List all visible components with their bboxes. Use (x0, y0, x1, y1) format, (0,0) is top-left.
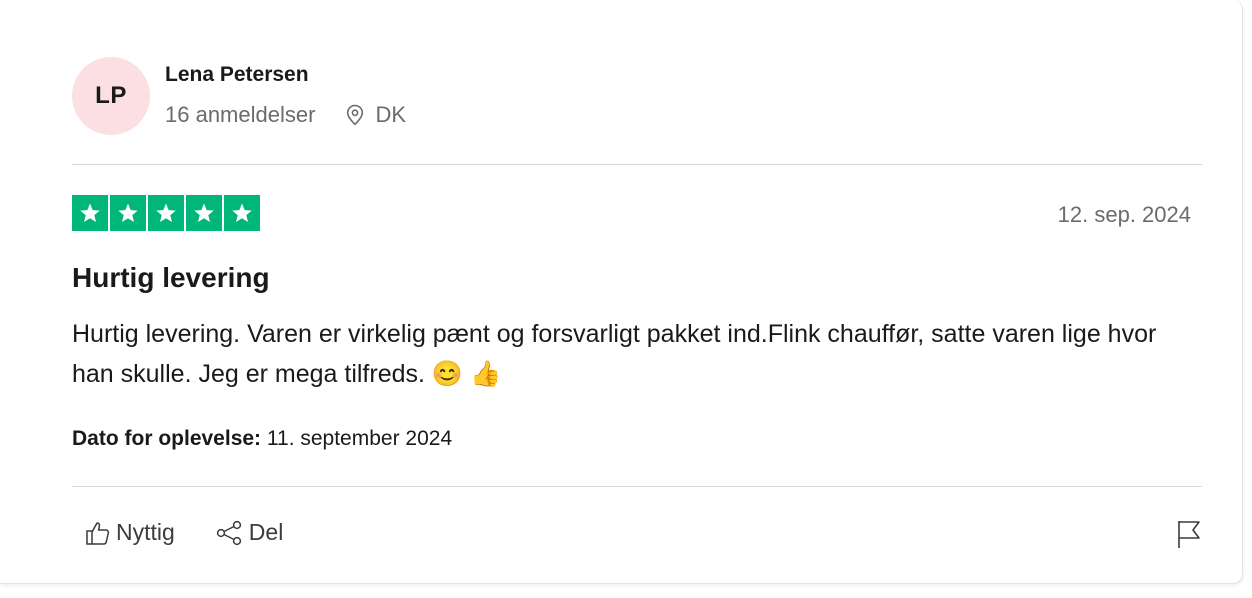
share-button[interactable]: Del (215, 519, 284, 546)
star-rating (72, 195, 260, 231)
avatar[interactable]: LP (72, 57, 150, 135)
divider-bottom (72, 486, 1202, 487)
useful-label: Nyttig (116, 519, 175, 545)
share-label: Del (248, 519, 284, 545)
flag-icon (1178, 521, 1200, 548)
review-actions: Nyttig Del (84, 519, 323, 546)
reviewer-location: DK (345, 102, 406, 128)
star-5 (224, 195, 260, 231)
divider-top (72, 164, 1202, 165)
experience-date-value: 11. september 2024 (266, 427, 453, 450)
review-card: LP Lena Petersen 16 anmeldelser DK 12. s… (0, 0, 1243, 584)
useful-button[interactable]: Nyttig (84, 519, 175, 546)
report-button[interactable] (1176, 519, 1202, 554)
star-2 (110, 195, 146, 231)
country-code: DK (375, 102, 406, 127)
reviewer-name[interactable]: Lena Petersen (165, 63, 309, 87)
experience-date: Dato for oplevelse: 11. september 2024 (72, 427, 452, 451)
location-pin-icon (347, 104, 364, 126)
review-text: Hurtig levering. Varen er virkelig pænt … (72, 320, 1157, 388)
review-title[interactable]: Hurtig levering (72, 262, 270, 294)
review-count: 16 anmeldelser (165, 102, 316, 127)
share-icon (216, 520, 241, 545)
star-3 (148, 195, 184, 231)
thumbs-up-icon (86, 521, 110, 545)
star-1 (72, 195, 108, 231)
review-date: 12. sep. 2024 (1057, 202, 1191, 227)
reviewer-meta: 16 anmeldelser DK (165, 102, 406, 128)
experience-label: Dato for oplevelse: (72, 427, 262, 450)
star-4 (186, 195, 222, 231)
